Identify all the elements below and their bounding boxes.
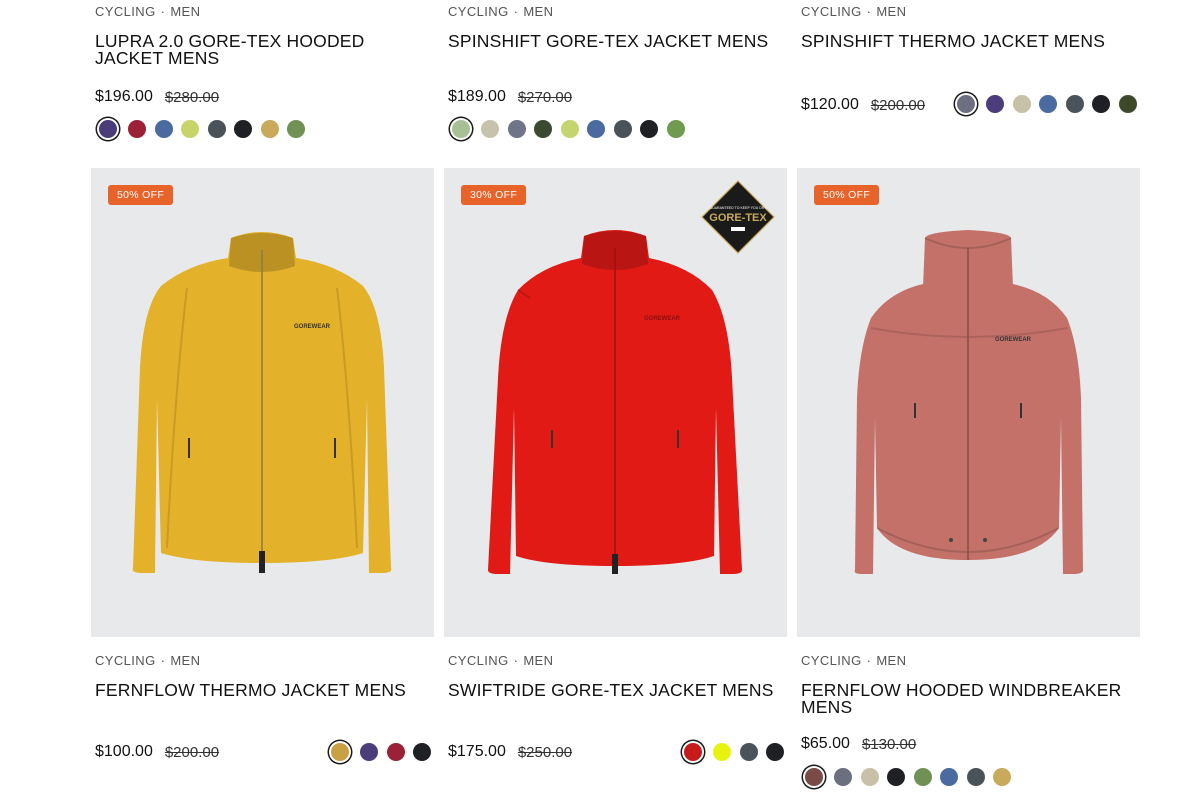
price-row: $189.00 $270.00 bbox=[448, 88, 572, 106]
product-title[interactable]: FERNFLOW HOODED WINDBREAKER MENS bbox=[797, 681, 1140, 716]
color-swatch[interactable] bbox=[234, 120, 252, 138]
color-swatch[interactable] bbox=[887, 768, 905, 786]
color-swatch[interactable] bbox=[640, 120, 658, 138]
color-swatches bbox=[802, 768, 1020, 786]
product-card[interactable]: CYCLING · MEN SWIFTRIDE GORE-TEX JACKET ME… bbox=[444, 653, 787, 793]
color-swatch[interactable] bbox=[913, 768, 932, 786]
brand-print: GOREWEAR bbox=[995, 337, 1032, 343]
product-card[interactable]: CYCLING · MEN FERNFLOW THERMO JACKET MENS … bbox=[91, 653, 434, 793]
price-row: $100.00 $200.00 bbox=[95, 743, 219, 761]
color-swatch[interactable] bbox=[1012, 95, 1031, 113]
color-swatch[interactable] bbox=[986, 95, 1004, 113]
sale-price: $120.00 bbox=[801, 96, 859, 113]
color-swatch[interactable] bbox=[666, 120, 685, 138]
color-swatch[interactable] bbox=[739, 743, 758, 761]
color-swatch[interactable] bbox=[613, 120, 632, 138]
product-card[interactable]: CYCLING · MEN FERNFLOW HOODED WINDBREAKER … bbox=[797, 653, 1140, 793]
color-swatch[interactable] bbox=[99, 120, 117, 138]
color-swatch[interactable] bbox=[940, 768, 958, 786]
product-title[interactable]: SWIFTRIDE GORE-TEX JACKET MENS bbox=[444, 681, 787, 699]
color-swatch[interactable] bbox=[128, 120, 146, 138]
price-row: $196.00 $280.00 bbox=[95, 88, 219, 106]
color-swatches bbox=[954, 95, 1145, 113]
color-swatch[interactable] bbox=[993, 768, 1011, 786]
product-category: CYCLING · MEN bbox=[801, 4, 907, 19]
product-category: CYCLING · MEN bbox=[448, 4, 554, 19]
product-category: CYCLING · MEN bbox=[448, 653, 554, 668]
color-swatch[interactable] bbox=[413, 743, 431, 761]
original-price: $130.00 bbox=[861, 735, 917, 753]
color-swatch[interactable] bbox=[260, 120, 279, 138]
jacket-image: GOREWEAR bbox=[854, 230, 1083, 574]
price-row: $65.00 $130.00 bbox=[801, 735, 916, 753]
color-swatch[interactable] bbox=[1065, 95, 1084, 113]
product-card[interactable]: CYCLING · MEN SPINSHIFT THERMO JACKET MENS… bbox=[797, 4, 1140, 154]
sale-price: $196.00 bbox=[95, 88, 153, 105]
original-price: $250.00 bbox=[517, 743, 573, 761]
product-image[interactable]: 30% OFF GOREWEAR GUARANTEED TO KEEP YOU … bbox=[444, 168, 787, 637]
color-swatch[interactable] bbox=[154, 120, 173, 138]
sale-price: $175.00 bbox=[448, 743, 506, 760]
color-swatch[interactable] bbox=[1092, 95, 1110, 113]
color-swatch[interactable] bbox=[860, 768, 879, 786]
original-price: $280.00 bbox=[164, 88, 220, 106]
color-swatch[interactable] bbox=[287, 120, 305, 138]
original-price: $200.00 bbox=[164, 743, 220, 761]
svg-text:GUARANTEED TO KEEP YOU DRY: GUARANTEED TO KEEP YOU DRY bbox=[709, 206, 767, 210]
product-grid: CYCLING · MEN LUPRA 2.0 GORE-TEX HOODED JA… bbox=[0, 0, 1200, 800]
sale-price: $189.00 bbox=[448, 88, 506, 105]
color-swatch[interactable] bbox=[805, 768, 823, 786]
brand-print: GOREWEAR bbox=[294, 324, 331, 330]
product-card[interactable]: CYCLING · MEN SPINSHIFT GORE-TEX JACKET ME… bbox=[444, 4, 787, 154]
product-image[interactable]: 50% OFF GOREWEAR bbox=[797, 168, 1140, 637]
product-category: CYCLING · MEN bbox=[95, 653, 201, 668]
color-swatch[interactable] bbox=[207, 120, 226, 138]
color-swatch[interactable] bbox=[966, 768, 985, 786]
color-swatch[interactable] bbox=[331, 743, 349, 761]
product-title[interactable]: SPINSHIFT THERMO JACKET MENS bbox=[797, 32, 1140, 50]
brand-print: GOREWEAR bbox=[644, 316, 681, 322]
product-category: CYCLING · MEN bbox=[95, 4, 201, 19]
color-swatch[interactable] bbox=[1039, 95, 1057, 113]
color-swatch[interactable] bbox=[1118, 95, 1137, 113]
product-card[interactable]: CYCLING · MEN LUPRA 2.0 GORE-TEX HOODED JA… bbox=[91, 4, 434, 154]
color-swatch[interactable] bbox=[766, 743, 784, 761]
color-swatch[interactable] bbox=[452, 120, 470, 138]
color-swatches bbox=[449, 120, 693, 138]
gore-tex-badge-icon: GUARANTEED TO KEEP YOU DRY GORE-TEX bbox=[701, 180, 775, 254]
product-image[interactable]: 50% OFF GOREWEAR bbox=[91, 168, 434, 637]
color-swatch[interactable] bbox=[386, 743, 405, 761]
color-swatches bbox=[328, 743, 440, 761]
color-swatch[interactable] bbox=[360, 743, 378, 761]
product-title[interactable]: SPINSHIFT GORE-TEX JACKET MENS bbox=[444, 32, 787, 50]
sale-price: $100.00 bbox=[95, 743, 153, 760]
color-swatch[interactable] bbox=[560, 120, 579, 138]
color-swatch[interactable] bbox=[181, 120, 199, 138]
original-price: $200.00 bbox=[870, 96, 926, 114]
gore-tex-label: GORE-TEX bbox=[709, 212, 767, 224]
product-category: CYCLING · MEN bbox=[801, 653, 907, 668]
color-swatches bbox=[96, 120, 314, 138]
color-swatch[interactable] bbox=[834, 768, 852, 786]
product-title[interactable]: FERNFLOW THERMO JACKET MENS bbox=[91, 681, 434, 699]
color-swatches bbox=[681, 743, 793, 761]
price-row: $175.00 $250.00 bbox=[448, 743, 572, 761]
color-swatch[interactable] bbox=[957, 95, 975, 113]
original-price: $270.00 bbox=[517, 88, 573, 106]
jacket-image: GOREWEAR bbox=[132, 232, 392, 573]
color-swatch[interactable] bbox=[507, 120, 526, 138]
color-swatch[interactable] bbox=[481, 120, 499, 138]
color-swatch[interactable] bbox=[713, 743, 731, 761]
color-swatch[interactable] bbox=[587, 120, 605, 138]
price-row: $120.00 $200.00 bbox=[801, 96, 925, 114]
sale-price: $65.00 bbox=[801, 735, 850, 752]
product-title[interactable]: LUPRA 2.0 GORE-TEX HOODED JACKET MENS bbox=[91, 32, 435, 67]
color-swatch[interactable] bbox=[684, 743, 702, 761]
color-swatch[interactable] bbox=[534, 120, 552, 138]
